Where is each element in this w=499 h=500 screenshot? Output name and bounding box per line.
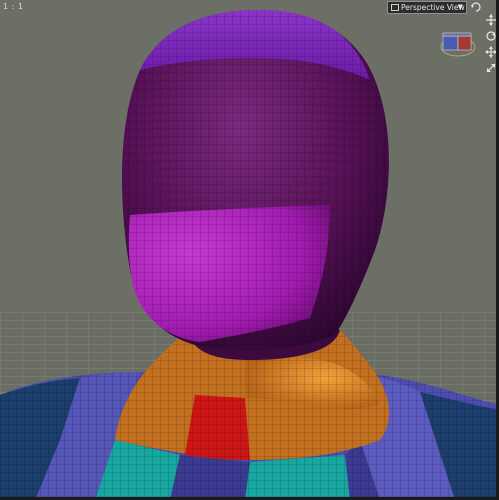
- scene-canvas[interactable]: [0, 0, 499, 500]
- 3d-viewport[interactable]: 1 : 1 Perspective View ▼: [0, 0, 499, 500]
- figure-head: [121, 10, 389, 351]
- view-mode-label: Perspective View: [401, 3, 465, 12]
- coordinate-readout: 1 : 1: [3, 2, 24, 11]
- view-cube-icon[interactable]: [440, 31, 476, 57]
- camera-rotate-icon[interactable]: [470, 1, 482, 13]
- monitor-icon: [391, 4, 399, 11]
- view-mode-dropdown[interactable]: Perspective View ▼: [387, 1, 467, 14]
- chevron-down-icon: ▼: [457, 3, 463, 11]
